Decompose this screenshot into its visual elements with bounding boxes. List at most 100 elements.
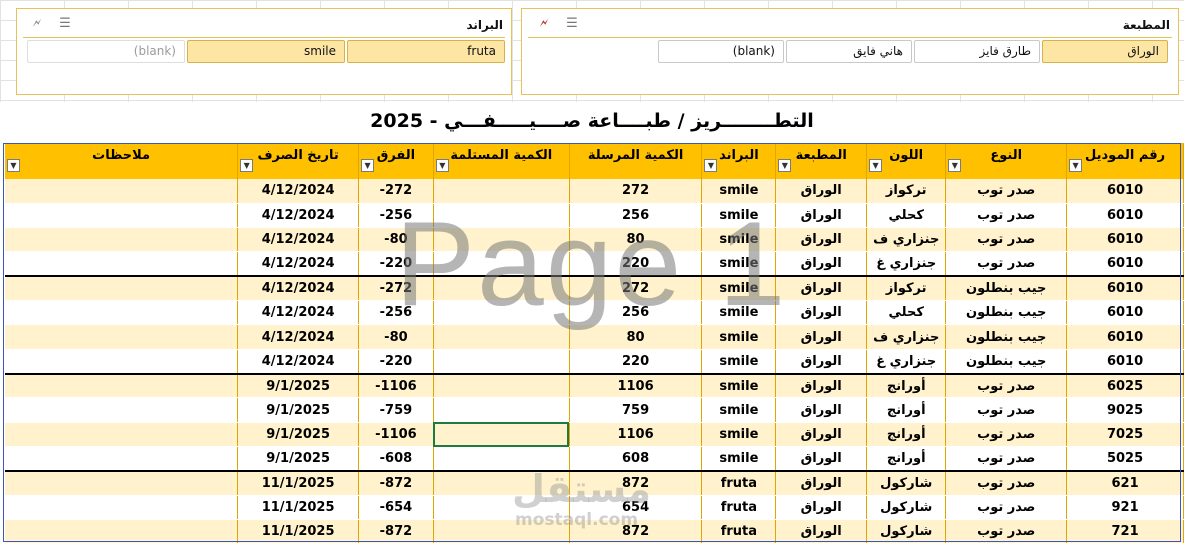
cell-diff[interactable]: -256	[358, 203, 434, 229]
cell-notes[interactable]	[5, 251, 239, 277]
filter-dropdown-icon[interactable]: ▼	[1069, 159, 1083, 172]
cell-press[interactable]: الوراق	[775, 203, 868, 229]
cell-notes[interactable]	[5, 300, 239, 326]
cell-model[interactable]: 721	[1066, 519, 1184, 545]
filter-active-icon[interactable]: ▼	[778, 159, 792, 172]
cell-received[interactable]	[433, 251, 570, 277]
cell-received[interactable]	[433, 300, 570, 326]
cell-type[interactable]: صدر توب	[945, 251, 1068, 277]
cell-brand[interactable]: fruta	[701, 495, 777, 521]
cell-color[interactable]: أورانج	[866, 422, 947, 448]
cell-type[interactable]: صدر توب	[945, 227, 1068, 253]
clear-filter-icon[interactable]: 🗲	[29, 16, 45, 32]
cell-diff[interactable]: -220	[358, 349, 434, 375]
cell-type[interactable]: صدر توب	[945, 179, 1068, 204]
cell-model[interactable]: 6010	[1066, 300, 1184, 326]
cell-color[interactable]: أورانج	[866, 446, 947, 472]
cell-press[interactable]: الوراق	[775, 372, 868, 399]
cell-type[interactable]: صدر توب	[945, 422, 1068, 448]
cell-color[interactable]: جنزاري ف	[866, 324, 947, 350]
cell-press[interactable]: الوراق	[775, 275, 868, 302]
cell-brand[interactable]: smile	[701, 179, 777, 204]
cell-model[interactable]: 6010	[1066, 251, 1184, 277]
cell-notes[interactable]	[5, 495, 239, 521]
cell-color[interactable]: شاركول	[866, 519, 947, 545]
cell-sent[interactable]: 654	[569, 495, 703, 521]
cell-brand[interactable]: fruta	[701, 519, 777, 545]
cell-model[interactable]: 6010	[1066, 227, 1184, 253]
cell-press[interactable]: الوراق	[775, 179, 868, 204]
brand-slicer[interactable]: البراند 🗲 ☰ fruta smile (blank)	[16, 8, 512, 95]
cell-diff[interactable]: -608	[358, 446, 434, 472]
cell-date[interactable]: 4/12/2024	[237, 179, 360, 204]
cell-brand[interactable]: smile	[701, 227, 777, 253]
cell-model[interactable]: 921	[1066, 495, 1184, 521]
cell-received[interactable]	[433, 324, 570, 350]
brand-chip[interactable]: smile	[187, 40, 345, 63]
cell-diff[interactable]: -256	[358, 300, 434, 326]
cell-diff[interactable]: -654	[358, 495, 434, 521]
brand-chip[interactable]: (blank)	[27, 40, 185, 63]
cell-type[interactable]: صدر توب	[945, 372, 1068, 399]
clear-filter-icon[interactable]: 🗲	[536, 16, 552, 32]
cell-diff[interactable]: -272	[358, 179, 434, 204]
cell-brand[interactable]: smile	[701, 324, 777, 350]
cell-diff[interactable]: -872	[358, 469, 434, 496]
cell-sent[interactable]: 1106	[569, 422, 703, 448]
cell-notes[interactable]	[5, 422, 239, 448]
cell-brand[interactable]: smile	[701, 397, 777, 423]
cell-notes[interactable]	[5, 469, 239, 496]
cell-received[interactable]	[433, 203, 570, 229]
cell-received[interactable]	[433, 495, 570, 521]
cell-color[interactable]: أورانج	[866, 372, 947, 399]
cell-type[interactable]: جيب بنطلون	[945, 324, 1068, 350]
cell-date[interactable]: 9/1/2025	[237, 397, 360, 423]
cell-sent[interactable]: 256	[569, 300, 703, 326]
cell-type[interactable]: صدر توب	[945, 469, 1068, 496]
cell-model[interactable]: 6010	[1066, 349, 1184, 375]
cell-diff[interactable]: -272	[358, 275, 434, 302]
cell-press[interactable]: الوراق	[775, 422, 868, 448]
cell-brand[interactable]: smile	[701, 422, 777, 448]
cell-notes[interactable]	[5, 203, 239, 229]
cell-received[interactable]	[433, 372, 570, 399]
cell-notes[interactable]	[5, 349, 239, 375]
press-chip[interactable]: طارق فايز	[914, 40, 1040, 63]
cell-type[interactable]: صدر توب	[945, 397, 1068, 423]
cell-sent[interactable]: 1106	[569, 372, 703, 399]
cell-type[interactable]: صدر توب	[945, 519, 1068, 545]
cell-type[interactable]: جيب بنطلون	[945, 349, 1068, 375]
cell-press[interactable]: الوراق	[775, 349, 868, 375]
cell-date[interactable]: 9/1/2025	[237, 422, 360, 448]
filter-active-icon[interactable]: ▼	[435, 159, 449, 172]
cell-notes[interactable]	[5, 372, 239, 399]
cell-brand[interactable]: smile	[701, 446, 777, 472]
cell-press[interactable]: الوراق	[775, 495, 868, 521]
multi-select-icon[interactable]: ☰	[564, 16, 580, 32]
cell-received[interactable]	[433, 422, 570, 448]
cell-received[interactable]	[433, 179, 570, 204]
cell-type[interactable]: جيب بنطلون	[945, 300, 1068, 326]
cell-sent[interactable]: 220	[569, 349, 703, 375]
cell-model[interactable]: 621	[1066, 469, 1184, 496]
cell-date[interactable]: 4/12/2024	[237, 275, 360, 302]
cell-received[interactable]	[433, 397, 570, 423]
cell-color[interactable]: شاركول	[866, 469, 947, 496]
cell-model[interactable]: 6025	[1066, 372, 1184, 399]
cell-model[interactable]: 6010	[1066, 275, 1184, 302]
press-chip[interactable]: (blank)	[658, 40, 784, 63]
cell-press[interactable]: الوراق	[775, 519, 868, 545]
filter-dropdown-icon[interactable]: ▼	[869, 159, 883, 172]
cell-date[interactable]: 11/1/2025	[237, 469, 360, 496]
cell-sent[interactable]: 759	[569, 397, 703, 423]
filter-dropdown-icon[interactable]: ▼	[948, 159, 962, 172]
cell-date[interactable]: 4/12/2024	[237, 349, 360, 375]
press-chip[interactable]: الوراق	[1042, 40, 1168, 63]
cell-brand[interactable]: smile	[701, 203, 777, 229]
cell-date[interactable]: 4/12/2024	[237, 324, 360, 350]
cell-date[interactable]: 4/12/2024	[237, 203, 360, 229]
cell-press[interactable]: الوراق	[775, 446, 868, 472]
cell-brand[interactable]: smile	[701, 275, 777, 302]
cell-model[interactable]: 9025	[1066, 397, 1184, 423]
cell-diff[interactable]: -220	[358, 251, 434, 277]
